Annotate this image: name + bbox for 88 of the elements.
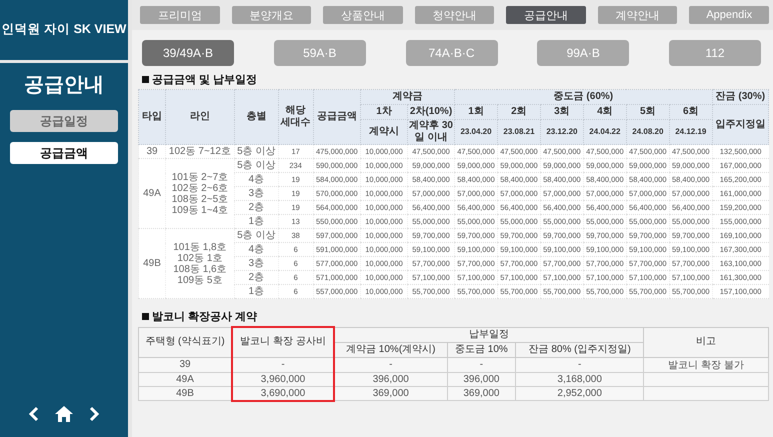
chevron-right-icon[interactable]: [88, 406, 100, 422]
table-cell: 5층 이상: [234, 158, 278, 172]
column-header: 3회: [540, 104, 584, 120]
column-header: 24.08.20: [626, 120, 670, 144]
nav-tab[interactable]: 상품안내: [323, 6, 403, 24]
column-header: 5회: [626, 104, 670, 120]
column-header: 비고: [644, 327, 768, 357]
column-header: 계약금 10%(계약시): [334, 342, 448, 357]
table-cell: -: [232, 357, 334, 372]
column-header: 4회: [583, 104, 626, 120]
unit-type-button[interactable]: 39/49A·B: [142, 40, 234, 66]
column-header: 23.08.21: [497, 120, 540, 144]
unit-type-button[interactable]: 99A·B: [537, 40, 630, 66]
table-cell: 49B: [138, 228, 166, 298]
column-header: 2회: [497, 104, 540, 120]
table-cell: 49A: [138, 158, 166, 228]
table-cell: 396,000: [334, 372, 448, 386]
table-cell: 39: [138, 144, 166, 158]
table-cell: 101동 2~7호 102동 2~6호 108동 2~5호 109동 1~4호: [166, 158, 234, 228]
column-header: 24.12.19: [669, 120, 712, 144]
column-header: 납부일정: [334, 327, 644, 342]
table-cell: 2층: [234, 200, 278, 214]
table-cell: 2,952,000: [516, 386, 644, 400]
column-header: 2차(10%): [408, 104, 455, 120]
column-header: 중도금 10%: [447, 342, 516, 357]
column-header: 중도금 (60%): [454, 90, 712, 104]
table-cell: 101동 1,8호 102동 1호 108동 1,6호 109동 5호: [166, 228, 234, 298]
square-bullet-icon: [142, 76, 149, 83]
column-header: 1차: [360, 104, 408, 120]
table-cell: 4층: [234, 172, 278, 186]
table-cell: 5층 이상: [234, 144, 278, 158]
nav-tab[interactable]: 청약안내: [414, 6, 494, 24]
table-cell: -: [334, 357, 448, 372]
unit-type-button[interactable]: 59A·B: [274, 40, 366, 66]
table-cell: 3층: [234, 256, 278, 270]
table-cell: 4층: [234, 242, 278, 256]
table-cell: 2층: [234, 270, 278, 284]
table-cell: 1층: [234, 284, 278, 298]
column-header: 라인: [166, 90, 234, 144]
table-cell: 3,168,000: [516, 372, 644, 386]
section-title: 공급안내: [24, 73, 104, 98]
table-cell: 369,000: [447, 386, 516, 400]
table-cell: 49B: [138, 386, 232, 400]
table-cell: 발코니 확장 불가: [644, 357, 768, 372]
table-cell: 396,000: [447, 372, 516, 386]
table-cell: 1층: [234, 214, 278, 228]
nav-tab[interactable]: 프리미엄: [140, 6, 220, 24]
column-header: 24.04.22: [583, 120, 626, 144]
unit-type-button[interactable]: 112: [669, 40, 761, 66]
column-header: 23.12.20: [540, 120, 584, 144]
nav-tab[interactable]: Appendix: [689, 6, 770, 24]
section-heading: 발코니 확장공사 계약: [152, 310, 258, 324]
table-cell: 3,690,000: [232, 386, 334, 400]
square-bullet-icon: [142, 313, 149, 320]
column-header: 계약시: [360, 120, 408, 144]
brand-title: 인덕원 자이 SK VIEW: [0, 0, 128, 63]
column-header: 타입: [138, 90, 166, 144]
unit-type-button[interactable]: 74A·B·C: [406, 40, 498, 66]
table-cell: -: [516, 357, 644, 372]
column-header: 공급금액: [313, 90, 361, 144]
column-header: 6회: [669, 104, 712, 120]
table-cell: 5층 이상: [234, 228, 278, 242]
nav-tab[interactable]: 공급안내: [506, 6, 586, 24]
home-icon[interactable]: [54, 405, 74, 423]
table-cell: -: [447, 357, 516, 372]
table-cell: 3,960,000: [232, 372, 334, 386]
nav-tab[interactable]: 계약안내: [598, 6, 678, 24]
table-cell: 3층: [234, 186, 278, 200]
column-header: 발코니 확장 공사비: [232, 327, 334, 357]
column-header: 해당 세대수: [278, 90, 314, 144]
sidebar-item[interactable]: 공급금액: [10, 142, 118, 164]
column-header: 계약금: [360, 90, 455, 104]
section-heading: 공급금액 및 납부일정: [152, 73, 258, 87]
column-header: 잔금 80% (입주지정일): [516, 342, 644, 357]
sidebar-item[interactable]: 공급일정: [10, 110, 118, 132]
chevron-left-icon[interactable]: [28, 406, 40, 422]
column-header: 계약후 30일 이내: [408, 120, 455, 144]
column-header: 층별: [234, 90, 278, 144]
column-header: 입주지정일: [712, 104, 768, 144]
column-header: 잔금 (30%): [712, 90, 768, 104]
column-header: 주택형 (약식표기): [138, 327, 232, 357]
column-header: 1회: [454, 104, 498, 120]
table-cell: 39: [138, 357, 232, 372]
column-header: 23.04.20: [454, 120, 498, 144]
nav-tab[interactable]: 분양개요: [232, 6, 312, 24]
table-cell: 102동 7~12호: [166, 144, 234, 158]
table-cell: 49A: [138, 372, 232, 386]
table-cell: 369,000: [334, 386, 448, 400]
